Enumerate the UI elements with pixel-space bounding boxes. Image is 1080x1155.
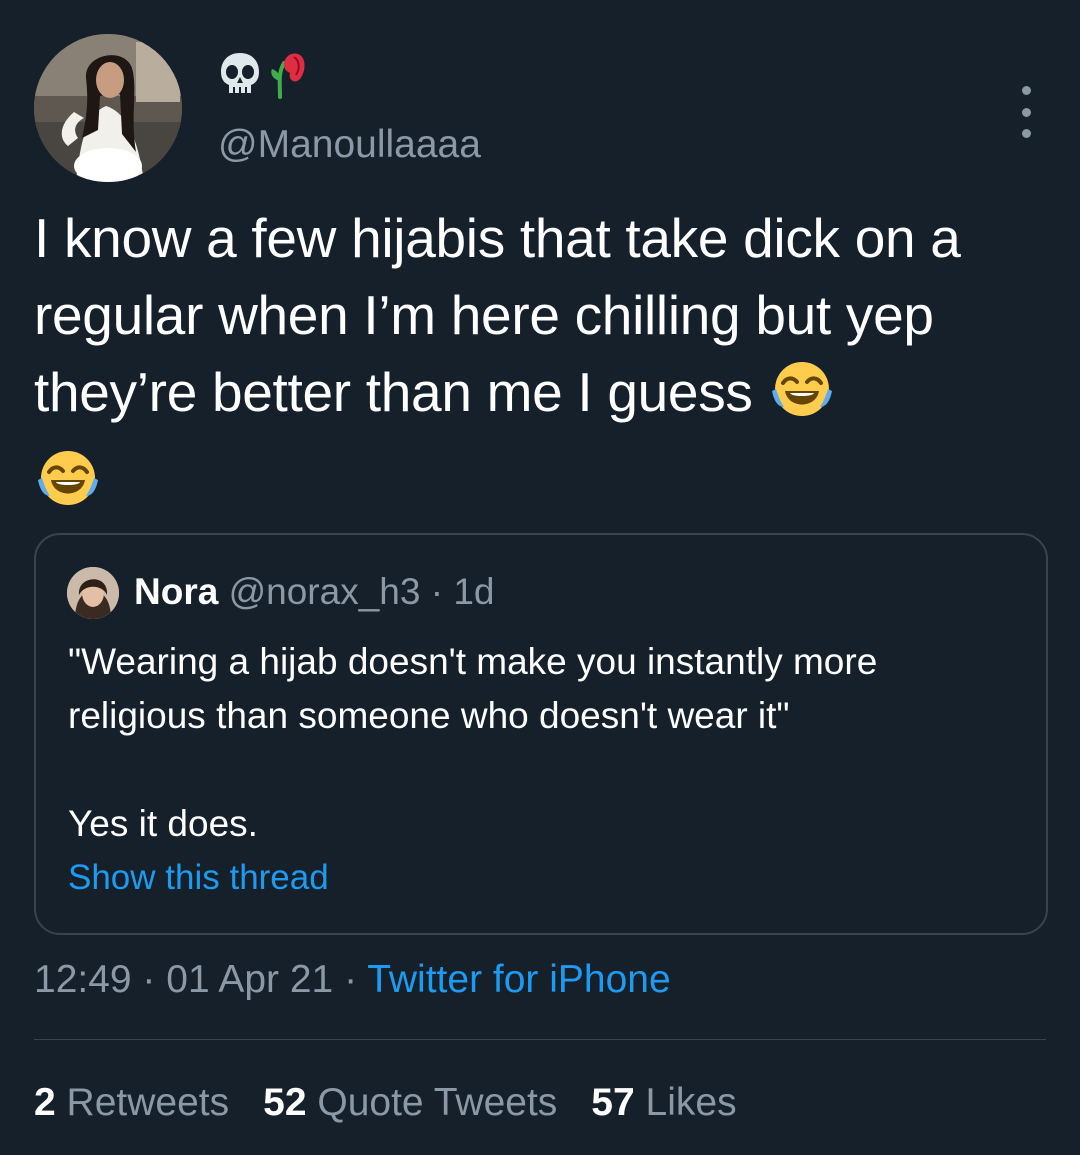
show-thread-link[interactable]: Show this thread (68, 855, 329, 901)
quote-tweets-count: 52 (263, 1081, 307, 1124)
more-options-icon[interactable] (1008, 86, 1044, 138)
quote-tweets-stat[interactable]: 52 Quote Tweets (263, 1078, 557, 1128)
retweets-stat[interactable]: 2 Retweets (34, 1078, 229, 1128)
quoted-author-name[interactable]: Nora (134, 571, 218, 612)
author-handle[interactable]: @Manoullaaaa (218, 122, 481, 168)
tweet-timestamp[interactable]: 12:49 · 01 Apr 21 (34, 958, 333, 1001)
likes-label: Likes (645, 1081, 737, 1124)
quoted-author-meta: @norax_h3 · 1d (228, 571, 495, 612)
quote-tweets-label: Quote Tweets (317, 1081, 558, 1124)
divider (34, 1039, 1046, 1040)
likes-count: 57 (591, 1081, 635, 1124)
face-with-tears-of-joy-icon (34, 444, 102, 532)
tweet-timestamp-line: 12:49 · 01 Apr 21 · Twitter for iPhone (34, 955, 671, 1005)
face-with-tears-of-joy-icon (768, 355, 836, 443)
quoted-author-avatar[interactable] (67, 567, 119, 619)
retweets-count: 2 (34, 1081, 56, 1124)
skull-icon (218, 50, 262, 109)
author-avatar[interactable] (34, 34, 182, 182)
wilted-rose-icon (270, 49, 310, 110)
meta-separator: · (333, 958, 368, 1001)
tweet-client-link[interactable]: Twitter for iPhone (367, 958, 670, 1001)
quoted-tweet-card[interactable]: Nora @norax_h3 · 1d "Wearing a hijab doe… (34, 533, 1048, 935)
tweet-text: I know a few hijabis that take dick on a… (34, 200, 1046, 532)
quoted-tweet-header: Nora @norax_h3 · 1d (134, 569, 494, 615)
likes-stat[interactable]: 57 Likes (591, 1078, 736, 1128)
tweet-header: @Manoullaaaa (34, 34, 1046, 184)
retweets-label: Retweets (66, 1081, 230, 1124)
author-display-name (218, 52, 310, 104)
quoted-tweet-text: "Wearing a hijab doesn't make you instan… (68, 641, 878, 844)
tweet-stats: 2 Retweets 52 Quote Tweets 57 Likes (34, 1078, 737, 1128)
